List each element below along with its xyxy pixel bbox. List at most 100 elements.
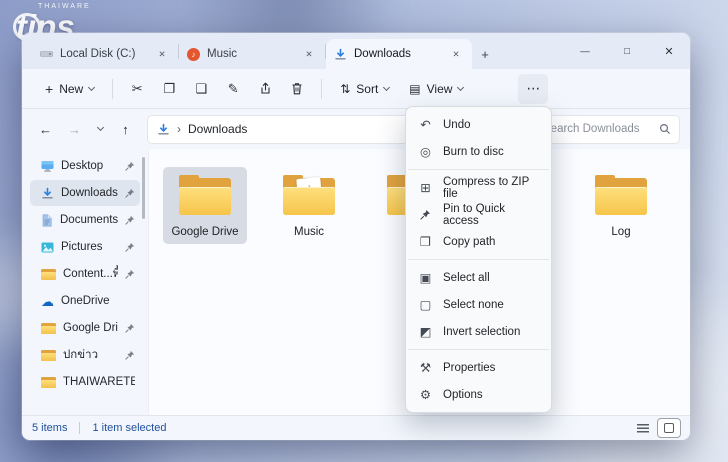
chevron-down-icon <box>96 124 103 131</box>
menu-item-select-all[interactable]: ▣ Select all <box>406 264 551 291</box>
sidebar-scrollbar[interactable] <box>140 149 148 415</box>
menu-item-copy-path[interactable]: ❐ Copy path <box>406 228 551 255</box>
tab-close-icon[interactable]: ✕ <box>301 46 317 62</box>
sidebar-item-label: THAIWARETE... <box>63 376 135 388</box>
up-button[interactable]: ↑ <box>112 116 139 143</box>
pin-icon <box>125 242 135 252</box>
view-button[interactable]: ▤ View <box>400 76 472 102</box>
copy-button[interactable]: ❐ <box>154 74 184 104</box>
sort-button[interactable]: ⇅ Sort <box>331 76 398 102</box>
tab-close-icon[interactable]: ✕ <box>448 46 464 62</box>
see-more-button[interactable]: ⋯ <box>518 74 548 104</box>
window-controls: — □ ✕ <box>564 33 690 69</box>
tab-label: Downloads <box>354 48 441 60</box>
menu-item-label: Select none <box>443 299 504 311</box>
pin-icon <box>125 269 135 279</box>
sidebar-item-desktop[interactable]: Desktop <box>30 153 140 179</box>
large-icons-view-button[interactable] <box>658 419 680 437</box>
file-tile-music[interactable]: ♪ Music <box>267 167 351 244</box>
tab-downloads[interactable]: Downloads ✕ <box>326 39 472 69</box>
menu-item-label: Select all <box>443 272 490 284</box>
tab-local-disk[interactable]: Local Disk (C:) ✕ <box>32 39 178 69</box>
undo-icon: ↶ <box>418 117 433 132</box>
minimize-button[interactable]: — <box>564 33 606 69</box>
menu-item-label: Compress to ZIP file <box>443 176 539 200</box>
pin-icon <box>125 350 135 360</box>
status-divider <box>79 422 80 434</box>
breadcrumb-segment[interactable]: Downloads <box>188 122 247 136</box>
sidebar-item-downloads[interactable]: Downloads <box>30 180 140 206</box>
sidebar-item-label: Content...พื้น <box>63 265 118 283</box>
forward-button[interactable]: → <box>61 116 88 143</box>
menu-item-label: Options <box>443 389 483 401</box>
delete-button[interactable] <box>282 74 312 104</box>
menu-item-invert-selection[interactable]: ◩ Invert selection <box>406 318 551 345</box>
sidebar-item-label: Downloads <box>61 187 118 199</box>
search-box[interactable] <box>534 115 680 144</box>
file-label: Log <box>611 226 630 239</box>
toolbar-separator <box>112 79 113 99</box>
details-view-icon <box>637 424 649 433</box>
invert-selection-icon: ◩ <box>418 324 433 339</box>
chevron-down-icon <box>383 83 390 90</box>
document-icon <box>41 214 53 227</box>
menu-item-burn-to-disc[interactable]: ◎ Burn to disc <box>406 138 551 165</box>
menu-item-options[interactable]: ⚙ Options <box>406 381 551 408</box>
menu-item-compress-zip[interactable]: ⊞ Compress to ZIP file <box>406 174 551 201</box>
share-icon <box>259 82 272 95</box>
new-tab-button[interactable]: + <box>472 39 498 69</box>
tab-music[interactable]: ♪ Music ✕ <box>179 39 325 69</box>
sidebar-item-label: OneDrive <box>61 295 135 307</box>
pin-icon <box>418 209 433 220</box>
sidebar-item-label: Documents <box>60 214 118 226</box>
large-icons-view-icon <box>664 423 674 433</box>
tab-close-icon[interactable]: ✕ <box>154 46 170 62</box>
share-button[interactable] <box>250 74 280 104</box>
menu-item-undo[interactable]: ↶ Undo <box>406 111 551 138</box>
rename-icon: ✎ <box>228 81 239 97</box>
view-button-label: View <box>427 82 453 96</box>
menu-item-properties[interactable]: ⚒ Properties <box>406 354 551 381</box>
back-button[interactable]: ← <box>32 116 59 143</box>
menu-item-label: Properties <box>443 362 495 374</box>
scrollbar-thumb[interactable] <box>142 157 145 219</box>
folder-icon <box>41 322 56 334</box>
search-input[interactable] <box>543 123 653 135</box>
menu-item-pin-quick-access[interactable]: Pin to Quick access <box>406 201 551 228</box>
download-icon <box>334 48 347 61</box>
file-tile-log[interactable]: Log <box>579 167 663 244</box>
tab-label: Local Disk (C:) <box>60 48 147 60</box>
sidebar-item-google-drive[interactable]: Google Drive <box>30 315 140 341</box>
paste-button[interactable]: ❏ <box>186 74 216 104</box>
menu-item-select-none[interactable]: ▢ Select none <box>406 291 551 318</box>
tab-strip: Local Disk (C:) ✕ ♪ Music ✕ Downloads ✕ … <box>22 33 690 69</box>
sidebar-item-content-folder[interactable]: Content...พื้น <box>30 261 140 287</box>
sidebar-item-label: Pictures <box>61 241 118 253</box>
sidebar-item-documents[interactable]: Documents <box>30 207 140 233</box>
desktop-icon <box>41 160 54 172</box>
file-label: Music <box>294 226 324 239</box>
file-tile-google-drive[interactable]: Google Drive <box>163 167 247 244</box>
cut-button[interactable]: ✂ <box>122 74 152 104</box>
recent-locations-button[interactable] <box>90 116 110 143</box>
copy-icon: ❐ <box>163 81 175 97</box>
pictures-icon <box>41 242 54 253</box>
select-all-icon: ▣ <box>418 270 433 285</box>
folder-icon <box>592 173 650 219</box>
menu-item-label: Burn to disc <box>443 146 504 158</box>
details-view-button[interactable] <box>632 419 654 437</box>
sidebar-item-pictures[interactable]: Pictures <box>30 234 140 260</box>
content-area: Desktop Downloads Documents <box>22 149 690 415</box>
new-button[interactable]: + New <box>36 76 103 102</box>
close-button[interactable]: ✕ <box>648 33 690 69</box>
burn-disc-icon: ◎ <box>418 144 433 159</box>
sidebar-item-thai-folder[interactable]: ปกข่าว <box>30 342 140 368</box>
zip-icon: ⊞ <box>418 180 433 195</box>
options-icon: ⚙ <box>418 387 433 402</box>
sidebar-item-thaiware[interactable]: THAIWARETE... <box>30 369 140 395</box>
status-bar: 5 items 1 item selected <box>22 415 690 440</box>
sidebar-item-onedrive[interactable]: ☁ OneDrive <box>30 288 140 314</box>
properties-icon: ⚒ <box>418 360 433 375</box>
rename-button[interactable]: ✎ <box>218 74 248 104</box>
maximize-button[interactable]: □ <box>606 33 648 69</box>
